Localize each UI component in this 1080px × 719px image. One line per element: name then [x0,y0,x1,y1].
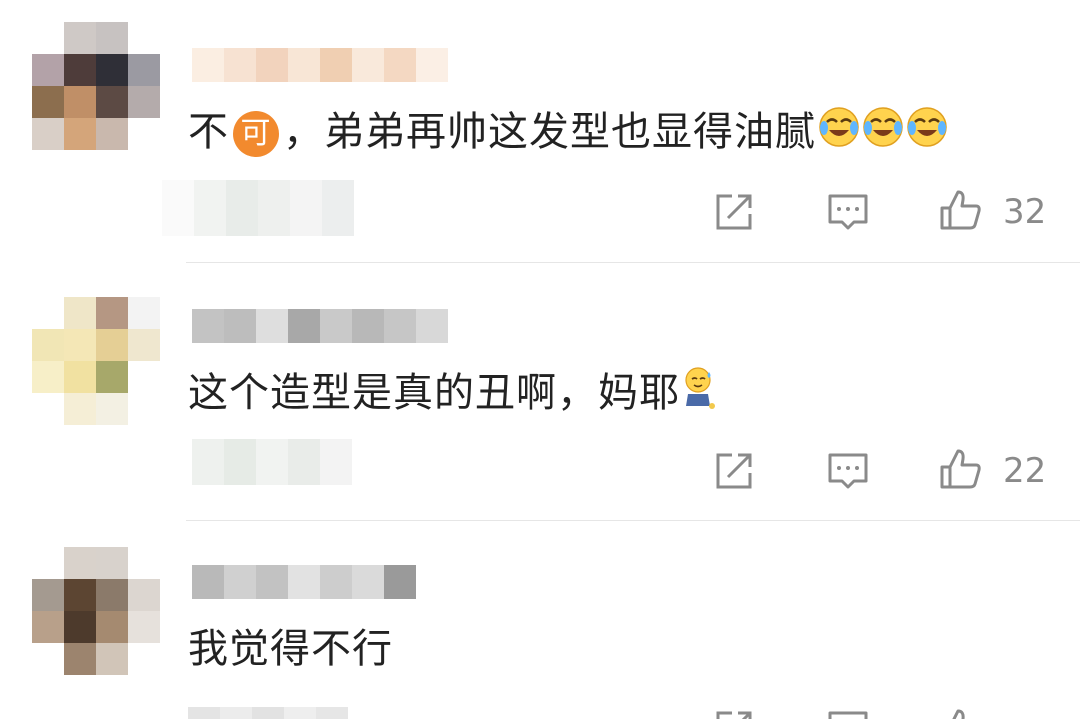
thumbs-up-icon [952,709,965,719]
comment-list: 不可，弟弟再帅这发型也显得油腻 32 这个造型是真的丑啊，妈耶 22 我觉得不行 [0,0,1080,719]
share-button[interactable] [712,449,756,493]
like-button[interactable] [938,447,982,491]
like-count: 22 [1003,451,1047,491]
thumbs-up-icon [940,190,981,230]
sweating-sitting-emoji-icon [682,366,718,425]
avatar[interactable] [32,297,160,425]
comment-icon [828,711,868,719]
comment-item: 不可，弟弟再帅这发型也显得油腻 32 [0,0,1080,262]
like-button[interactable] [938,188,982,232]
share-icon [716,194,752,230]
comment-text-body: ，弟弟再帅这发型也显得油腻 [283,109,816,155]
comment-button[interactable] [826,449,870,493]
username-blurred[interactable] [192,565,416,599]
share-button[interactable] [712,707,756,719]
comment-item: 这个造型是真的丑啊，妈耶 22 [0,263,1080,520]
laughing-crying-emoji-icon [818,106,860,163]
timestamp-blurred [188,707,348,719]
timestamp-blurred [192,439,352,485]
comment-button[interactable] [826,707,870,719]
comment-text: 这个造型是真的丑啊，妈耶 [188,365,718,425]
comment-text-body: 这个造型是真的丑啊，妈耶 [188,370,680,416]
comment-text-body: 我觉得不行 [188,626,393,672]
like-button[interactable] [938,707,982,719]
username-blurred[interactable] [192,309,448,343]
share-icon [716,453,752,489]
comment-button[interactable] [826,190,870,234]
comment-text-prefix: 不 [188,109,229,155]
comment-text: 不可，弟弟再帅这发型也显得油腻 [188,104,948,163]
comment-icon [828,453,868,489]
thumbs-up-icon [940,449,981,489]
avatar[interactable] [32,547,160,675]
timestamp-blurred [162,180,354,236]
avatar[interactable] [32,22,160,150]
ke-badge-icon: 可 [233,111,279,157]
share-icon [716,711,752,719]
laughing-crying-emoji-icon [906,106,948,163]
like-count: 32 [1003,192,1047,232]
laughing-crying-emoji-icon [862,106,904,163]
comment-icon [828,194,868,230]
comment-text: 我觉得不行 [188,621,393,677]
username-blurred[interactable] [192,48,448,82]
comment-item: 我觉得不行 [0,521,1080,719]
share-button[interactable] [712,190,756,234]
